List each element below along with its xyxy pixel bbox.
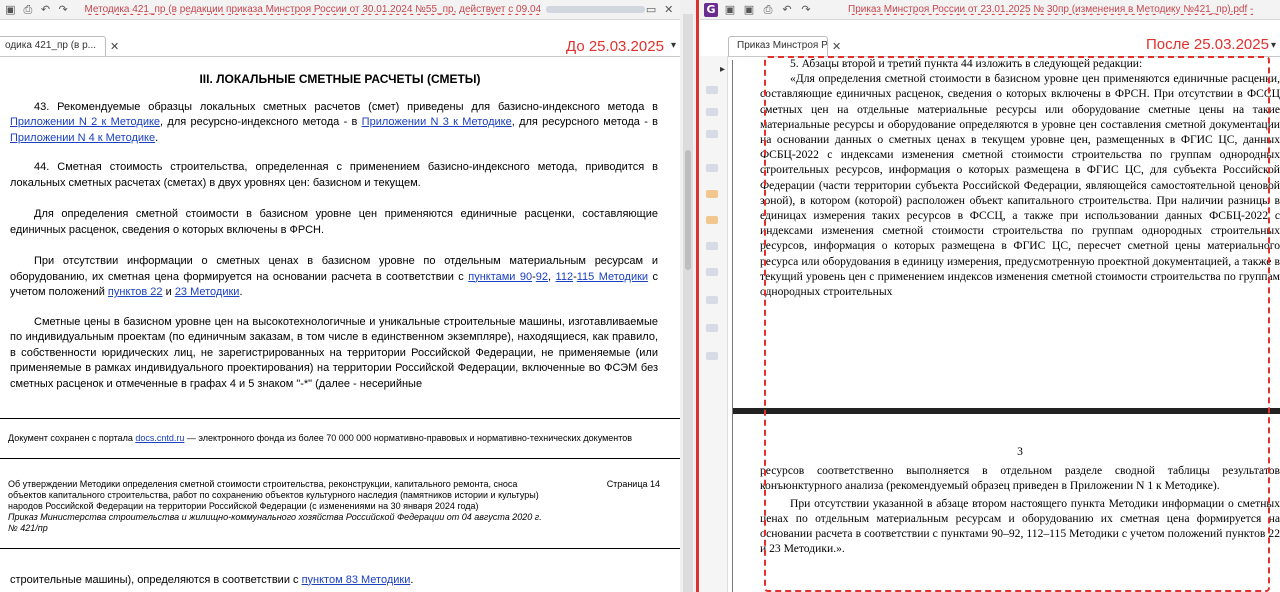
floppy-disk-icon[interactable]: ▣	[723, 3, 737, 17]
page-left-edge	[732, 60, 733, 592]
comparison-divider	[696, 0, 699, 592]
floppy-disk-icon[interactable]: ▣	[4, 3, 17, 17]
blurred-title-suffix	[545, 6, 645, 13]
scroll-up-icon[interactable]: ▾	[1271, 40, 1276, 51]
link-appendix-2[interactable]: Приложении N 2 к Методике	[10, 116, 160, 128]
highlight-box	[764, 56, 1270, 592]
printer-icon[interactable]: ⎙	[761, 3, 775, 17]
thumbnail-strip	[700, 56, 728, 592]
page-footer: Об утверждении Методики определения смет…	[0, 479, 680, 534]
link-item-115[interactable]: 115 Методики	[577, 271, 648, 283]
footer-title: Об утверждении Методики определения смет…	[8, 478, 539, 511]
page-rule-bottom	[0, 547, 680, 549]
paragraph-absent-info: При отсутствии информации о сметных цена…	[10, 255, 658, 298]
scroll-up-icon[interactable]: ▾	[671, 40, 676, 51]
right-document-tab[interactable]: Приказ Минстроя Рос...	[728, 36, 828, 56]
before-date-label: До 25.03.2025	[566, 38, 664, 55]
redo-icon[interactable]: ↷	[799, 3, 813, 17]
link-item-90[interactable]: пунктами 90	[468, 271, 532, 283]
link-item-22[interactable]: пунктов 22	[108, 286, 163, 298]
right-toolbar: G ▣ ▣ ⎙ ↶ ↷ Приказ Минстроя России от 23…	[700, 0, 1280, 20]
continuation-paragraph: строительные машины), определяются в соо…	[10, 573, 414, 586]
left-viewer: ▣ ⎙ ↶ ↷ Методика 421_пр (в редакции прик…	[0, 0, 680, 592]
section-heading: III. ЛОКАЛЬНЫЕ СМЕТНЫЕ РАСЧЕТЫ (СМЕТЫ)	[199, 72, 481, 86]
paragraph-43: 43. Рекомендуемые образцы локальных смет…	[10, 100, 658, 144]
paragraph-unique-machines: Сметные цены в базисном уровне цен на вы…	[10, 315, 658, 390]
link-item-23[interactable]: 23 Методики	[175, 286, 240, 298]
page-rule-middle	[0, 457, 680, 459]
page-rule-top	[0, 418, 680, 419]
after-date-label: После 25.03.2025	[1146, 36, 1269, 53]
left-scrollbar[interactable]	[683, 14, 693, 592]
link-item-92[interactable]: 92	[536, 271, 548, 283]
printer-icon[interactable]: ⎙	[22, 3, 35, 17]
left-document-content: III. ЛОКАЛЬНЫЕ СМЕТНЫЕ РАСЧЕТЫ (СМЕТЫ) 4…	[0, 62, 680, 592]
left-document-tab[interactable]: одика 421_пр (в р...	[0, 36, 106, 56]
footer-order: Приказ Министерства строительства и жили…	[8, 511, 542, 533]
floppy-disk-icon[interactable]: ▣	[742, 3, 756, 17]
paragraph-44: 44. Сметная стоимость строительства, опр…	[10, 161, 658, 189]
page-number: Страница 14	[606, 478, 660, 489]
left-window-title: Методика 421_пр (в редакции приказа Минс…	[84, 4, 542, 15]
link-portal[interactable]: docs.cntd.ru	[135, 433, 184, 443]
close-icon[interactable]: ✕	[832, 40, 841, 53]
right-window-title: Приказ Минстроя России от 23.01.2025 № 3…	[848, 4, 1254, 15]
left-toolbar: ▣ ⎙ ↶ ↷ Методика 421_пр (в редакции прик…	[0, 0, 680, 20]
link-item-83[interactable]: пунктом 83 Методики	[302, 574, 411, 586]
app-logo-icon: G	[704, 2, 718, 17]
close-icon[interactable]: ✕	[662, 3, 675, 17]
left-scrollbar-thumb[interactable]	[685, 150, 691, 270]
paragraph-base-level: Для определения сметной стоимости в бази…	[10, 208, 658, 236]
undo-icon[interactable]: ↶	[39, 3, 52, 17]
redo-icon[interactable]: ↷	[57, 3, 70, 17]
undo-icon[interactable]: ↶	[780, 3, 794, 17]
link-appendix-3[interactable]: Приложении N 3 к Методике	[362, 116, 512, 128]
folder-icon[interactable]: ▭	[645, 3, 658, 17]
link-appendix-4[interactable]: Приложении N 4 к Методике	[10, 132, 155, 144]
tab-separator	[0, 56, 680, 57]
link-item-112[interactable]: 112	[556, 271, 574, 283]
close-icon[interactable]: ✕	[110, 40, 119, 53]
portal-note: Документ сохранен с портала docs.cntd.ru…	[8, 433, 633, 443]
